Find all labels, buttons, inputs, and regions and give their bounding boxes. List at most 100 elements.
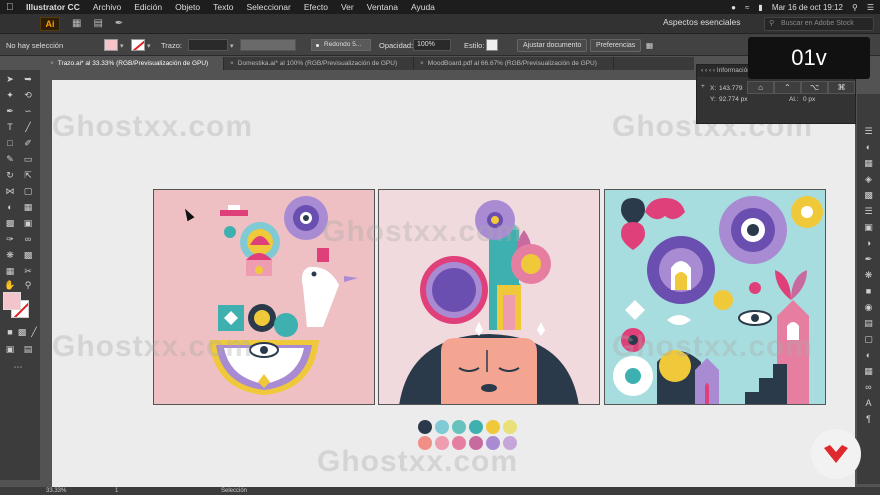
paragraph-icon[interactable]: ¶ [863,414,874,425]
menu-list-icon[interactable]: ☰ [867,3,874,12]
info-panel-tab[interactable]: Información [717,67,751,74]
tab-moodboard[interactable]: × MoodBoard.pdf al 66.67% (RGB/Previsuali… [414,57,614,70]
artboard-folk[interactable] [604,189,826,405]
brush-definition-dropdown[interactable]: Redondo 5... [311,39,371,51]
artboard-swan[interactable] [153,189,375,405]
hand-tool-icon[interactable]: ✋ [2,278,18,292]
close-icon[interactable]: × [230,60,234,67]
symbol-sprayer-icon[interactable]: ❋ [2,248,18,262]
menu-ventana[interactable]: Ventana [367,2,398,12]
zoom-tool-icon[interactable]: ⚲ [20,278,36,292]
command-button[interactable]: ⌥ [801,81,828,94]
eyedropper-icon[interactable]: ✑ [2,232,18,246]
menu-seleccionar[interactable]: Seleccionar [246,2,290,12]
document-setup-button[interactable]: Ajustar documento [517,39,588,52]
rotate-tool-icon[interactable]: ↻ [2,168,18,182]
apple-icon[interactable]:  [6,2,16,13]
menu-objeto[interactable]: Objeto [175,2,200,12]
screen-mode-icon[interactable]: ▤ [20,342,36,356]
stock-search-input[interactable]: ⚲ Buscar en Adobe Stock [764,17,874,31]
up-button[interactable]: ⌃ [774,81,801,94]
menu-ayuda[interactable]: Ayuda [411,2,435,12]
layers-icon[interactable]: ◈ [863,174,874,185]
properties-icon[interactable]: ☰ [863,126,874,137]
search-icon[interactable]: ⚲ [852,3,858,12]
artboard-girl[interactable] [378,189,600,405]
chevron-down-icon[interactable]: ▾ [120,42,124,50]
width-tool-icon[interactable]: ⋈ [2,184,18,198]
artboard-tool-icon[interactable]: ▦ [2,264,18,278]
close-icon[interactable]: × [50,60,54,67]
cmd-key-button[interactable]: ⌘ [828,81,855,94]
curvature-tool-icon[interactable]: ∽ [20,104,36,118]
fill-color-box[interactable] [3,292,21,310]
menu-app-name[interactable]: Illustrator CC [26,2,80,12]
character-icon[interactable]: A [863,398,874,409]
transparency-icon[interactable]: ◑ [863,238,874,249]
brushes-icon[interactable]: ✒ [863,254,874,265]
chevron-down-icon[interactable]: ▾ [230,42,234,50]
align-options-icon[interactable]: ▦ [646,41,653,50]
chevron-down-icon[interactable]: ▾ [147,42,151,50]
home-button[interactable]: ⌂ [747,81,774,94]
line-tool-icon[interactable]: ╱ [20,120,36,134]
pen-tool-icon[interactable]: ✒ [2,104,18,118]
rectangle-tool-icon[interactable]: □ [2,136,18,150]
document-canvas[interactable]: Ghostxx.com Ghostxx.com Ghostxx.com Ghos… [52,80,855,488]
mesh-tool-icon[interactable]: ▩ [2,216,18,230]
battery-icon[interactable]: ▮ [758,3,762,12]
menubar-clock[interactable]: Mar 16 de oct 19:12 [772,3,843,12]
graph-tool-icon[interactable]: ▩ [20,248,36,262]
direct-selection-tool-icon[interactable]: ➥ [20,72,36,86]
menu-edicion[interactable]: Edición [134,2,162,12]
slice-tool-icon[interactable]: ✂ [20,264,36,278]
eraser-tool-icon[interactable]: ▭ [20,152,36,166]
stroke-weight-field[interactable] [188,39,228,51]
collapse-icons[interactable]: ‹ ‹ ‹ ‹ [701,67,717,74]
more-tools-icon[interactable]: ⋯ [10,360,26,374]
variable-width-profile[interactable] [240,39,296,51]
selection-tool-icon[interactable]: ➤ [2,72,18,86]
lasso-icon[interactable]: ⟲ [20,88,36,102]
transform-icon[interactable]: ▢ [863,334,874,345]
perspective-grid-icon[interactable]: ▦ [20,200,36,214]
menu-ver[interactable]: Ver [341,2,354,12]
symbols-icon[interactable]: ❋ [863,270,874,281]
close-icon[interactable]: × [420,60,424,67]
pencil-tool-icon[interactable]: ✎ [2,152,18,166]
type-tool-icon[interactable]: T [2,120,18,134]
shape-builder-icon[interactable]: ◐ [2,200,18,214]
pathfinder-icon[interactable]: ◐ [863,350,874,361]
artboard-navigator[interactable]: 1 [115,487,118,495]
paintbrush-tool-icon[interactable]: ✐ [20,136,36,150]
workspace-switcher[interactable]: Aspectos esenciales [663,17,741,27]
menu-efecto[interactable]: Efecto [304,2,328,12]
align-icon[interactable]: ▤ [863,318,874,329]
swatches-icon[interactable]: ▦ [863,158,874,169]
color-icon[interactable]: ◐ [863,142,874,153]
magic-wand-icon[interactable]: ✦ [2,88,18,102]
current-tool-status[interactable]: Selección [221,487,247,495]
wifi-icon[interactable]: ≈ [745,3,749,12]
graphic-styles-icon[interactable]: ■ [863,286,874,297]
record-icon[interactable]: ● [731,3,736,12]
gradient-tool-icon[interactable]: ▣ [20,216,36,230]
artboards-icon[interactable]: ▦ [863,366,874,377]
scale-tool-icon[interactable]: ⇱ [20,168,36,182]
menu-texto[interactable]: Texto [213,2,233,12]
zoom-level[interactable]: 33.33% [46,487,66,495]
tab-trazo[interactable]: × Trazo.ai* al 33.33% (RGB/Previsualizaci… [44,57,224,70]
none-mode-icon[interactable]: ╱ [26,325,42,339]
graphic-style-swatch[interactable] [486,39,498,51]
opacity-field[interactable]: 100% [413,39,451,51]
preferences-button[interactable]: Preferencias [590,39,642,52]
bridge-icon[interactable]: ▦ [72,18,81,29]
appearance-icon[interactable]: ◉ [863,302,874,313]
draw-mode-icon[interactable]: ▣ [2,342,18,356]
fill-swatch[interactable] [104,39,118,51]
gradient-panel-icon[interactable]: ▣ [863,222,874,233]
blend-tool-icon[interactable]: ∞ [20,232,36,246]
tab-domestika[interactable]: × Domestika.ai* al 100% (RGB/Previsualiza… [224,57,414,70]
links-icon[interactable]: ∞ [863,382,874,393]
menu-archivo[interactable]: Archivo [93,2,121,12]
